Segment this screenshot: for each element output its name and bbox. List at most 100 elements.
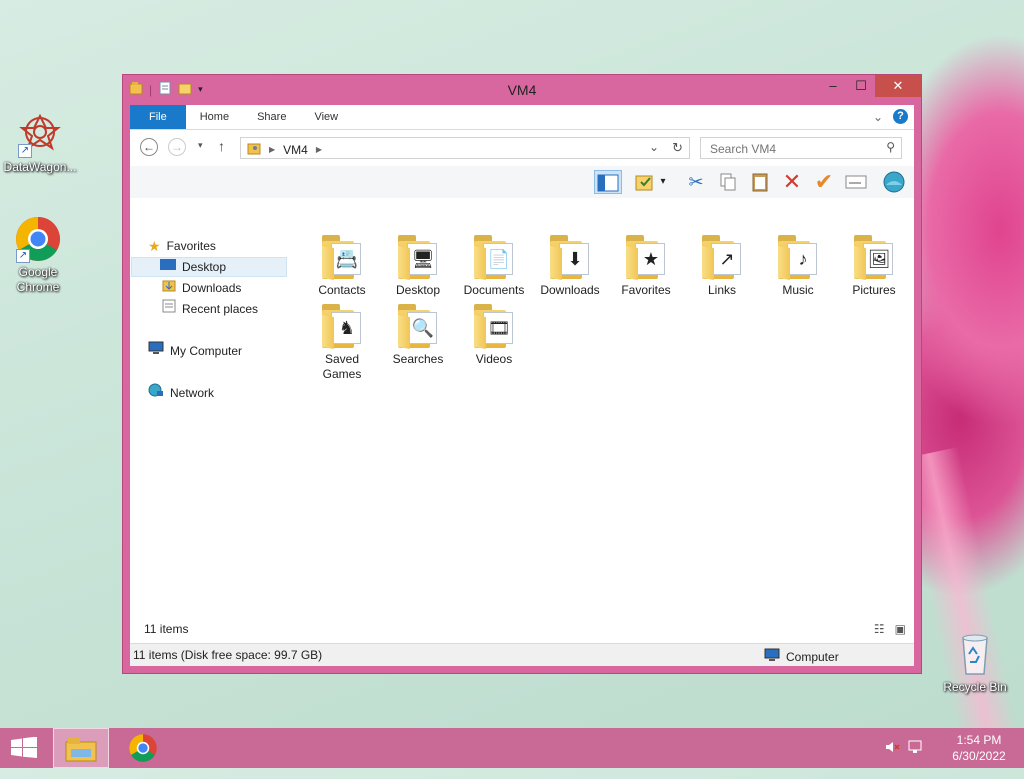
ribbon-tabs: File Home Share View ⌄ ? [130, 105, 914, 130]
copy-icon[interactable] [714, 170, 742, 194]
chrome-icon: ↗ [14, 215, 62, 263]
search-input[interactable] [708, 141, 872, 157]
sidebar-item-network[interactable]: Network [148, 383, 214, 403]
select-icon[interactable] [630, 170, 658, 194]
cut-icon[interactable]: ✂ [682, 170, 710, 194]
clock[interactable]: 1:54 PM 6/30/2022 [934, 732, 1024, 764]
desktop-icon-label: Recycle Bin [943, 680, 1007, 694]
taskbar-file-explorer[interactable] [53, 728, 109, 768]
window-client: File Home Share View ⌄ ? ← → ▾ ↑ ▶ VM4 ▶… [130, 105, 914, 666]
desktop-icon-recycle-bin[interactable]: Recycle Bin [935, 630, 1015, 695]
rename-icon[interactable] [842, 170, 870, 194]
sidebar-item-label: Favorites [166, 239, 216, 253]
desktop-icon-label: Google Chrome [16, 265, 60, 294]
sidebar-item-label: Recent places [182, 302, 259, 316]
sidebar-item-label: My Computer [170, 344, 243, 358]
folder-label: Music [782, 283, 814, 297]
status-disk-info: 11 items (Disk free space: 99.7 GB) [133, 648, 323, 662]
desktop-icon [160, 257, 176, 277]
folder-item[interactable]: ★ Favorites [609, 233, 683, 298]
folder-emblem: 🖼 [867, 249, 891, 269]
maximize-button[interactable]: ☐ [847, 75, 875, 97]
system-tray: 1:54 PM 6/30/2022 [884, 728, 1024, 768]
tab-view[interactable]: View [300, 105, 352, 129]
details-view-icon[interactable]: ☷ [874, 622, 885, 636]
sidebar-item-downloads[interactable]: Downloads [162, 278, 241, 298]
folder-item[interactable]: 🖥 Desktop [381, 233, 455, 298]
refresh-icon[interactable]: ↻ [672, 140, 683, 156]
folder-item[interactable]: 📄 Documents [457, 233, 531, 298]
folder-item[interactable]: 🖼 Pictures [837, 233, 911, 298]
folder-label: Pictures [852, 283, 896, 297]
paste-icon[interactable] [746, 170, 774, 194]
help-icon[interactable]: ? [893, 109, 908, 124]
up-button[interactable]: ↑ [218, 138, 225, 154]
expand-ribbon-icon[interactable]: ⌄ [873, 110, 883, 124]
folder-emblem: ★ [642, 249, 660, 269]
desktop-icon-datawagon[interactable]: ↗ DataWagon... [0, 110, 80, 175]
folder-item[interactable]: 📇 Contacts [305, 233, 379, 298]
recent-locations-icon[interactable]: ▾ [198, 140, 203, 151]
breadcrumb-separator-icon: ▶ [269, 145, 276, 154]
folder-item[interactable]: 🎞 Videos [457, 302, 531, 367]
pictures-icon: 🖼 [851, 233, 897, 281]
sidebar-item-my-computer[interactable]: My Computer [148, 341, 242, 361]
large-icons-view-icon[interactable]: ▣ [895, 622, 906, 636]
folder-emblem: 🔍 [411, 318, 435, 338]
volume-muted-icon[interactable] [884, 740, 900, 757]
folder-item[interactable]: ♞ Saved Games [305, 302, 379, 382]
address-dropdown-icon[interactable]: ⌄ [649, 140, 659, 154]
checkmark-icon[interactable]: ✔ [810, 170, 838, 194]
folder-label: Favorites [621, 283, 671, 297]
datawagon-icon: ↗ [16, 110, 64, 158]
folder-emblem: ↗ [719, 249, 735, 269]
globe-icon[interactable] [880, 170, 908, 194]
breadcrumb-vm4[interactable]: VM4 [283, 143, 308, 157]
folder-item[interactable]: 🔍 Searches [381, 302, 455, 367]
folder-label: Searches [392, 352, 444, 366]
back-button[interactable]: ← [140, 138, 158, 156]
contacts-icon: 📇 [319, 233, 365, 281]
tab-share[interactable]: Share [243, 105, 300, 129]
sidebar-item-desktop[interactable]: Desktop [131, 257, 287, 277]
forward-button[interactable]: → [168, 138, 186, 156]
sidebar-item-favorites[interactable]: ★ Favorites [148, 236, 216, 256]
delete-icon[interactable]: ✕ [778, 170, 806, 194]
breadcrumb-chevron-icon[interactable]: ▶ [316, 145, 322, 154]
select-dropdown-icon[interactable]: ▾ [656, 170, 670, 194]
search-icon[interactable]: ⚲ [886, 140, 895, 154]
folder-emblem: ♞ [338, 318, 356, 338]
preview-pane-icon[interactable] [594, 170, 622, 194]
network-icon [148, 383, 164, 403]
navigation-bar: ← → ▾ ↑ ▶ VM4 ▶ ⌄ ↻ ⚲ [130, 130, 914, 166]
close-button[interactable]: ✕ [875, 75, 921, 97]
folder-label: Desktop [395, 283, 441, 297]
address-bar[interactable]: ▶ VM4 ▶ ⌄ ↻ [240, 137, 690, 159]
music-icon: ♪ [775, 233, 821, 281]
sidebar-item-label: Downloads [182, 281, 242, 295]
folder-label: Links [707, 283, 736, 297]
minimize-button[interactable]: – [819, 75, 847, 97]
tab-home[interactable]: Home [186, 105, 243, 129]
taskbar-chrome[interactable] [115, 728, 171, 768]
sidebar-item-recent-places[interactable]: Recent places [162, 299, 258, 319]
title-bar[interactable]: | ▾ VM4 – ☐ ✕ [123, 75, 921, 105]
computer-icon [148, 341, 164, 361]
tab-file[interactable]: File [130, 105, 186, 129]
network-status-icon[interactable] [908, 740, 924, 757]
videos-icon: 🎞 [471, 302, 517, 350]
links-icon: ↗ [699, 233, 745, 281]
folder-emblem: 📇 [335, 249, 359, 269]
recent-places-icon [162, 299, 176, 319]
item-count: 11 items [144, 622, 189, 636]
start-button[interactable] [10, 736, 38, 759]
status-location: Computer [764, 648, 839, 665]
clock-time: 1:54 PM [956, 733, 1002, 747]
desktop-icon-chrome[interactable]: ↗ Google Chrome [0, 215, 78, 295]
search-box[interactable]: ⚲ [700, 137, 902, 159]
folder-item[interactable]: ↗ Links [685, 233, 759, 298]
status-bar: 11 items (Disk free space: 99.7 GB) Comp… [130, 643, 914, 666]
shortcut-arrow-icon: ↗ [16, 249, 30, 263]
folder-item[interactable]: ⬇ Downloads [533, 233, 607, 298]
folder-item[interactable]: ♪ Music [761, 233, 835, 298]
